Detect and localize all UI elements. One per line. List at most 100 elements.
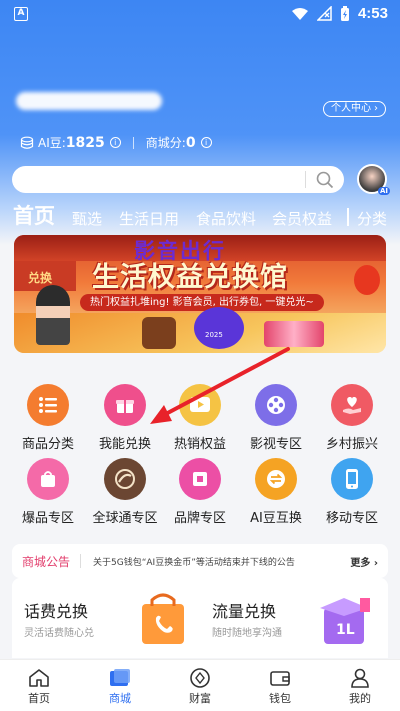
grid-item-label: 爆品专区 [21, 511, 74, 526]
grid-item-global-zone[interactable]: 全球通专区 [85, 458, 165, 526]
grid-item-label: 影视专区 [249, 437, 302, 452]
card-subtitle: 灵活话费随心兑 [24, 628, 94, 639]
personal-center-label: 个人中心 [331, 103, 371, 114]
promo-banner[interactable]: 兑换 影音出行 生活权益兑换馆 热门权益扎堆ing! 影音会员, 出行券包, 一… [14, 235, 386, 353]
tab-home[interactable]: 首页 [13, 200, 55, 230]
battery-charging-icon [340, 5, 349, 21]
grid-item-film-zone[interactable]: 影视专区 [236, 384, 316, 452]
grid-item-rural-revival[interactable]: 乡村振兴 [312, 384, 392, 452]
phone-bag-icon [142, 593, 184, 644]
card-title: 话费兑换 [24, 602, 89, 621]
clock: 4:53 [357, 5, 388, 22]
tabs-divider [347, 208, 349, 226]
grid-item-redeemable[interactable]: 我能兑换 [85, 384, 165, 452]
exchange-icon [255, 458, 297, 500]
mascot-image: 2025 [194, 307, 244, 349]
tab-selected[interactable]: 甄选 [72, 208, 102, 229]
tab-daily-life[interactable]: 生活日用 [119, 208, 179, 229]
app-notification-icon: A [14, 7, 28, 21]
banner-tagline: 热门权益扎堆ing! 影音会员, 出行券包, 一键兑光~ [80, 294, 324, 311]
grid-item-label: 我能兑换 [98, 437, 151, 452]
ai-beans-label: AI豆: [38, 136, 66, 150]
info-icon[interactable]: i [109, 137, 121, 148]
banner-person-image [36, 285, 70, 345]
mall-points-label: 商城分: [145, 136, 186, 150]
chevron-right-icon: › [374, 103, 378, 114]
no-signal-icon [316, 6, 332, 21]
phone-credit-exchange-card[interactable]: 话费兑换 灵活话费随心兑 [12, 578, 200, 658]
mobile-icon [331, 458, 373, 500]
brand-tag-icon [179, 458, 221, 500]
grid-item-hot-benefits[interactable]: 热销权益 [160, 384, 240, 452]
search-divider [305, 171, 306, 188]
category-tabs: 首页 甄选 生活日用 食品饮料 会员权益 分类 [0, 198, 400, 232]
grid-item-label: 热销权益 [173, 437, 226, 452]
personal-center-button[interactable]: 个人中心 › [323, 101, 386, 117]
grid-item-hot-products[interactable]: 爆品专区 [8, 458, 88, 526]
avatar-ai-badge: AI [377, 187, 390, 195]
tab-member-benefits[interactable]: 会员权益 [272, 208, 332, 229]
grid-item-ai-bean-exchange[interactable]: AI豆互换 [236, 458, 316, 526]
nav-label: 商城 [109, 692, 131, 705]
nav-home[interactable]: 首页 [9, 666, 69, 706]
info-icon[interactable]: i [200, 137, 212, 148]
profile-icon [351, 668, 369, 688]
announcement-text: 关于5G钱包“AI豆换金币”等活动结束并下线的公告 [93, 557, 295, 568]
announcement-more-link[interactable]: 更多 › [350, 554, 378, 569]
play-icon [179, 384, 221, 426]
lantern-icon [354, 265, 380, 295]
gift-boxes-image [264, 321, 324, 347]
wealth-icon [190, 668, 210, 688]
home-icon [29, 669, 49, 687]
avatar[interactable]: AI [357, 164, 390, 195]
gift-icon [104, 384, 146, 426]
search-bar[interactable] [12, 166, 344, 193]
mall-announcement[interactable]: 商城公告 关于5G钱包“AI豆换金币”等活动结束并下线的公告 更多 › [12, 544, 388, 578]
mascot-year: 2025 [205, 331, 223, 339]
data-exchange-card[interactable]: 流量兑换 随时随地享沟通 1L [200, 578, 388, 658]
grid-item-label: 品牌专区 [173, 511, 226, 526]
card-title: 流量兑换 [212, 602, 277, 621]
grid-item-label: 商品分类 [21, 437, 74, 452]
grid-item-label: 全球通专区 [92, 511, 158, 526]
more-label: 更多 [350, 557, 371, 569]
shopping-bag-icon [27, 458, 69, 500]
tab-food-drinks[interactable]: 食品饮料 [196, 208, 256, 229]
announcement-divider [80, 554, 82, 568]
username-redacted [16, 92, 162, 110]
nav-label: 首页 [28, 692, 50, 705]
list-icon [27, 384, 69, 426]
global-logo-icon [104, 458, 146, 500]
grid-item-label: 移动专区 [325, 511, 378, 526]
card-subtitle: 随时随地享沟通 [212, 628, 282, 639]
nav-wealth[interactable]: 财富 [170, 666, 230, 706]
banner-title-main: 生活权益兑换馆 [92, 262, 288, 293]
grid-item-mobile-zone[interactable]: 移动专区 [312, 458, 392, 526]
grid-item-product-categories[interactable]: 商品分类 [8, 384, 88, 452]
tab-categories[interactable]: 分类 [357, 208, 387, 229]
grid-item-brand-zone[interactable]: 品牌专区 [160, 458, 240, 526]
stats-divider [132, 136, 134, 149]
svg-text:1L: 1L [336, 622, 355, 638]
nav-label: 财富 [189, 692, 211, 705]
nav-mall[interactable]: 商城 [90, 666, 150, 706]
bottom-navigation: 首页 商城 财富 钱包 我的 [0, 659, 400, 711]
status-bar: A 4:53 [0, 0, 400, 28]
film-reel-icon [255, 384, 297, 426]
heart-hand-icon [331, 384, 373, 426]
grid-item-label: 乡村振兴 [325, 437, 378, 452]
coffee-cup-icon [142, 317, 176, 349]
data-box-icon: 1L [320, 598, 370, 644]
nav-wallet[interactable]: 钱包 [250, 666, 310, 706]
wallet-icon [270, 671, 290, 686]
nav-profile[interactable]: 我的 [330, 666, 390, 706]
search-icon[interactable] [316, 171, 334, 189]
shortcut-grid: 商品分类 我能兑换 热销权益 影视专区 乡村振兴 爆品专区 全球通专区 品牌专区… [0, 362, 400, 532]
mall-points-value: 0 [185, 134, 196, 151]
chevron-right-icon: › [373, 557, 378, 569]
ai-beans-value: 1825 [65, 134, 105, 151]
user-stats: AI豆: 1825 i 商城分: 0 i [20, 134, 212, 151]
announcement-title: 商城公告 [22, 554, 71, 569]
grid-item-label: AI豆互换 [250, 511, 302, 526]
coin-stack-icon [20, 136, 34, 149]
